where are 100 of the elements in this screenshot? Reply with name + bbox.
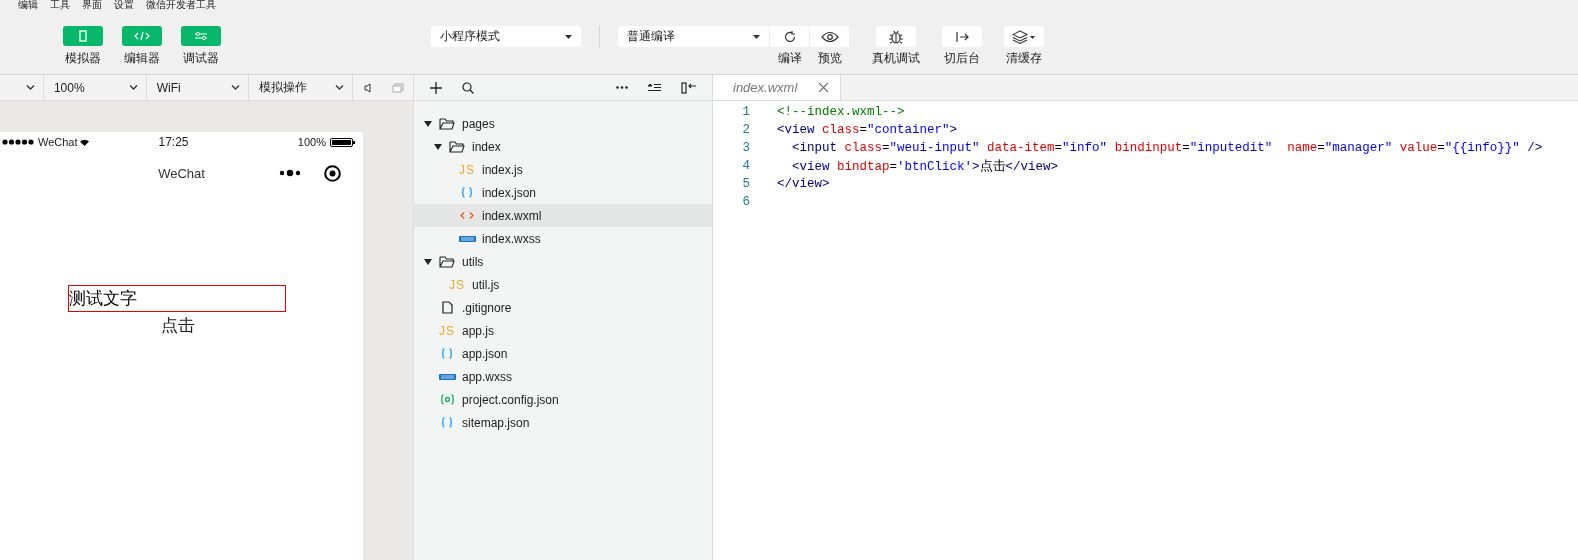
file-row[interactable]: sitemap.json (414, 411, 712, 434)
file-row[interactable]: app.json (414, 342, 712, 365)
menu-item[interactable]: 界面 (82, 0, 102, 10)
windows-icon (392, 82, 405, 93)
compile-select[interactable]: 普通编译 (618, 26, 770, 47)
collapse-list-icon[interactable] (648, 83, 661, 92)
file-row[interactable]: index.wxss (414, 227, 712, 250)
file-row[interactable]: index.json (414, 181, 712, 204)
braces-icon (441, 417, 453, 428)
file-row[interactable]: JS util.js (414, 273, 712, 296)
chevron-down-icon (25, 85, 35, 90)
line-number: 5 (741, 177, 750, 191)
style-file-icon (438, 373, 456, 380)
angle-brackets-icon (460, 211, 474, 220)
view-toggle-button[interactable] (122, 26, 162, 46)
caret-down-icon[interactable] (434, 143, 442, 150)
config-file-icon (439, 394, 455, 405)
file-row[interactable]: JS index.js (414, 158, 712, 181)
more-icon[interactable] (279, 169, 301, 177)
battery-percentage: 100% (297, 136, 326, 148)
file-row[interactable]: app.wxss (414, 365, 712, 388)
style-file-icon (458, 235, 476, 242)
toolbar-button[interactable] (770, 26, 810, 47)
chevron-down-icon (335, 85, 345, 90)
carrier-name: WeChat (38, 136, 78, 148)
bug-icon (888, 28, 904, 45)
code-line: <view class="container"> (777, 123, 958, 137)
folder-icon (449, 140, 465, 153)
chevron-down-icon (231, 85, 241, 90)
line-number: 6 (741, 195, 750, 209)
code-icon (134, 31, 150, 41)
signal-dots-icon (2, 139, 36, 145)
wifi-icon (79, 138, 89, 146)
toolbar-button[interactable] (810, 26, 850, 47)
phone-icon (79, 30, 87, 42)
eye-icon (820, 30, 839, 43)
sliders-icon (194, 31, 208, 41)
exit-icon (955, 30, 969, 43)
dropdown-caret-icon (565, 34, 572, 39)
close-icon[interactable] (819, 83, 828, 92)
caret-down-icon[interactable] (424, 120, 432, 127)
line-number: 2 (741, 123, 750, 137)
line-number: 3 (741, 141, 750, 155)
folder-row[interactable]: index (414, 135, 712, 158)
code-line: <!--index.wxml--> (777, 105, 905, 119)
status-time: 17:25 (158, 135, 189, 149)
menu-item[interactable]: 设置 (114, 0, 134, 10)
simulator-select[interactable]: 模拟操作 (249, 75, 354, 100)
file-icon (441, 301, 453, 314)
page-title: WeChat (158, 165, 205, 181)
js-file-icon: JS (449, 277, 465, 292)
simulator-select[interactable]: 100% (43, 75, 147, 100)
caret-down-icon[interactable] (424, 258, 432, 265)
view-toggle-button[interactable] (63, 26, 103, 46)
line-number: 1 (741, 105, 750, 119)
toolbar-button-label: 切后台 (944, 50, 980, 67)
chevron-down-icon (128, 85, 138, 90)
file-row[interactable]: .gitignore (414, 296, 712, 319)
menu-item[interactable]: 工具 (50, 0, 70, 10)
add-icon[interactable] (430, 81, 442, 94)
folder-icon (439, 117, 455, 130)
mode-select[interactable]: 小程序模式 (431, 26, 581, 47)
refresh-icon (782, 29, 797, 44)
more-icon[interactable] (616, 86, 628, 89)
toolbar-button-label: 清缓存 (1006, 50, 1042, 67)
folder-icon (439, 255, 455, 268)
layers-icon (1012, 29, 1036, 44)
toolbar-button-label: 预览 (818, 50, 842, 67)
folder-row[interactable]: utils (414, 250, 712, 273)
panel-toggle-icon[interactable] (681, 81, 697, 94)
toggle-label: 调试器 (183, 50, 219, 67)
toolbar-button[interactable] (876, 26, 916, 47)
record-icon[interactable] (324, 164, 341, 182)
simulator-select[interactable]: WiFi (146, 75, 250, 100)
view-toggle-button[interactable] (181, 26, 221, 46)
toggle-label: 编辑器 (124, 50, 160, 67)
line-number: 4 (741, 159, 750, 173)
file-row[interactable]: JS app.js (414, 319, 712, 342)
speaker-icon (364, 82, 373, 93)
js-file-icon: JS (459, 162, 475, 177)
folder-row[interactable]: pages (414, 112, 712, 135)
tap-text[interactable]: 点击 (161, 312, 195, 339)
file-row[interactable]: index.wxml (414, 204, 712, 227)
search-icon[interactable] (462, 81, 474, 94)
braces-icon (441, 348, 453, 359)
js-file-icon: JS (439, 323, 455, 338)
menu-item[interactable]: 微信开发者工具 (146, 0, 216, 10)
code-line: <input class="weui-input" data-item="info" bindinput="inputedit" name="manager" value="{{info}}" /> (791, 141, 1543, 155)
dropdown-caret-icon (753, 34, 760, 39)
toolbar-button-label: 编译 (778, 50, 802, 67)
menu-item[interactable]: 编辑 (18, 0, 38, 10)
code-line: </view> (777, 177, 830, 191)
editor-tab[interactable]: index.wxml (713, 75, 841, 100)
battery-icon (330, 137, 355, 147)
code-line: <view bindtap='btnClick'>点击</view> (791, 158, 1059, 175)
toolbar-button-label: 真机调试 (872, 50, 920, 67)
braces-icon (461, 187, 473, 198)
text-input-field[interactable]: 测试文字 (67, 285, 286, 312)
file-row[interactable]: project.config.json (414, 388, 712, 411)
toolbar-button[interactable] (1004, 26, 1044, 47)
